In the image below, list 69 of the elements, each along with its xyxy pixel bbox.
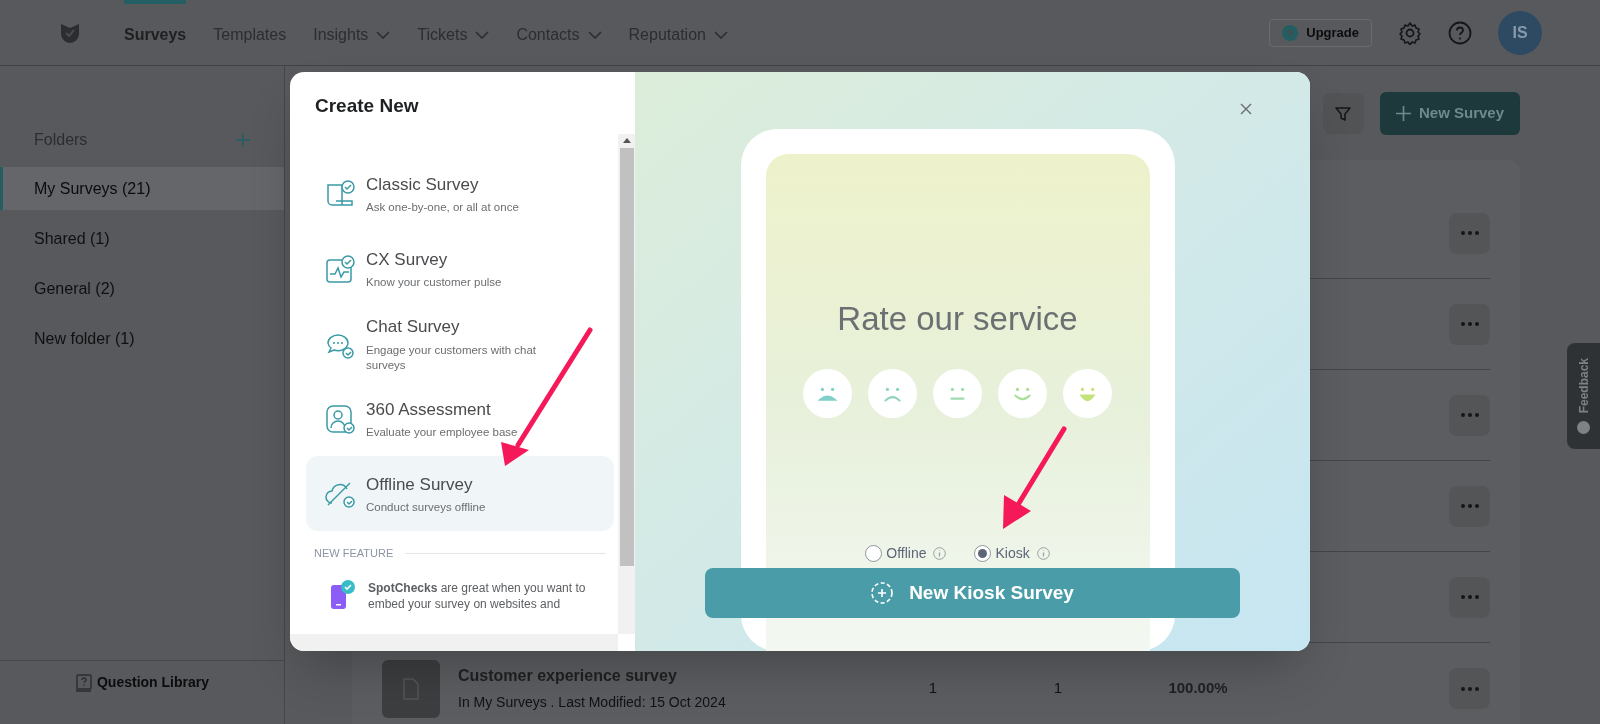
- face-rating-icon[interactable]: [1063, 368, 1112, 418]
- settings-icon[interactable]: [1398, 20, 1422, 45]
- more-options-button[interactable]: [1449, 303, 1490, 345]
- option-title: Offline Survey: [366, 473, 474, 496]
- filter-icon: [1334, 104, 1353, 123]
- new-kiosk-survey-button[interactable]: New Kiosk Survey: [705, 568, 1240, 618]
- face-rating-icon[interactable]: [998, 368, 1047, 418]
- chevron-down-icon: [475, 30, 490, 39]
- filter-button[interactable]: [1322, 93, 1364, 134]
- survey-title[interactable]: Customer experience survey: [458, 664, 878, 688]
- option-subtitle: Evaluate your employee base: [366, 425, 519, 441]
- folder-item[interactable]: General (2): [0, 267, 284, 310]
- question-book-icon: [75, 673, 93, 692]
- upload-icon: [1282, 24, 1299, 41]
- feedback-tab[interactable]: Feedback: [1567, 343, 1600, 449]
- vertical-scrollbar[interactable]: [618, 134, 635, 634]
- option-title: CX Survey: [366, 248, 449, 271]
- folder-item[interactable]: Shared (1): [0, 217, 284, 260]
- more-icon: [1460, 413, 1479, 417]
- more-icon: [1460, 504, 1479, 508]
- folder-item[interactable]: New folder (1): [0, 317, 284, 360]
- folder-item[interactable]: My Surveys (21): [0, 167, 284, 210]
- plus-icon: [1395, 106, 1411, 121]
- face-rating-icon[interactable]: [868, 368, 917, 418]
- rating-question: Rate our service: [837, 299, 1078, 339]
- option-subtitle: Ask one-by-one, or all at once: [366, 200, 520, 216]
- upgrade-button[interactable]: Upgrade: [1269, 18, 1372, 47]
- more-icon: [1460, 595, 1479, 599]
- option-subtitle: Know your customer pulse: [366, 275, 503, 291]
- chevron-down-icon: [713, 30, 728, 39]
- info-icon[interactable]: [1036, 546, 1050, 560]
- document-icon: [402, 677, 420, 700]
- new-feature-label: NEW FEATURE: [314, 546, 394, 561]
- more-icon: [1460, 322, 1479, 326]
- face-rating-icon[interactable]: [933, 368, 982, 418]
- option-title: Chat Survey: [366, 316, 461, 339]
- dialog-title: Create New: [314, 94, 420, 118]
- more-options-button[interactable]: [1449, 394, 1490, 436]
- option-title: Classic Survey: [366, 173, 480, 196]
- more-icon: [1460, 231, 1479, 235]
- more-options-button[interactable]: [1449, 212, 1490, 254]
- phone-check-icon: [330, 579, 356, 610]
- chevron-down-icon: [376, 30, 391, 39]
- close-icon[interactable]: [1240, 103, 1252, 115]
- option-subtitle: Engage your customers with chat surveys: [366, 342, 538, 373]
- spotchecks-text: SpotChecks are great when you want to embed your survey on websites and: [368, 579, 587, 612]
- table-cell-text: 1: [1052, 678, 1064, 699]
- face-rating-icon[interactable]: [803, 368, 852, 418]
- survey-meta: In My Surveys . Last Modified: 15 Oct 2024: [458, 693, 727, 712]
- horizontal-scrollbar[interactable]: [290, 634, 618, 651]
- add-circle-icon: [871, 582, 894, 604]
- more-options-button[interactable]: [1449, 576, 1490, 618]
- more-options-button[interactable]: [1449, 485, 1490, 527]
- chevron-down-icon: [587, 30, 602, 39]
- new-survey-button[interactable]: New Survey: [1379, 92, 1520, 135]
- option-subtitle: Conduct surveys offline: [366, 500, 487, 516]
- info-icon[interactable]: [933, 546, 947, 560]
- more-options-button[interactable]: [1449, 668, 1490, 709]
- mode-radio[interactable]: Offline: [865, 542, 947, 564]
- nav-tab[interactable]: Surveys: [124, 0, 187, 66]
- question-library-link[interactable]: Question Library: [75, 672, 209, 693]
- help-icon[interactable]: [1448, 20, 1472, 45]
- table-cell-text: 1: [927, 678, 939, 699]
- survey-type-option[interactable]: Offline Survey Conduct surveys offline: [306, 456, 614, 531]
- option-title: 360 Assessment: [366, 398, 492, 421]
- mode-radio[interactable]: Kiosk: [974, 542, 1050, 564]
- table-cell-text: 100.00%: [1167, 678, 1229, 699]
- user-avatar[interactable]: IS: [1498, 10, 1542, 55]
- more-icon: [1460, 686, 1479, 691]
